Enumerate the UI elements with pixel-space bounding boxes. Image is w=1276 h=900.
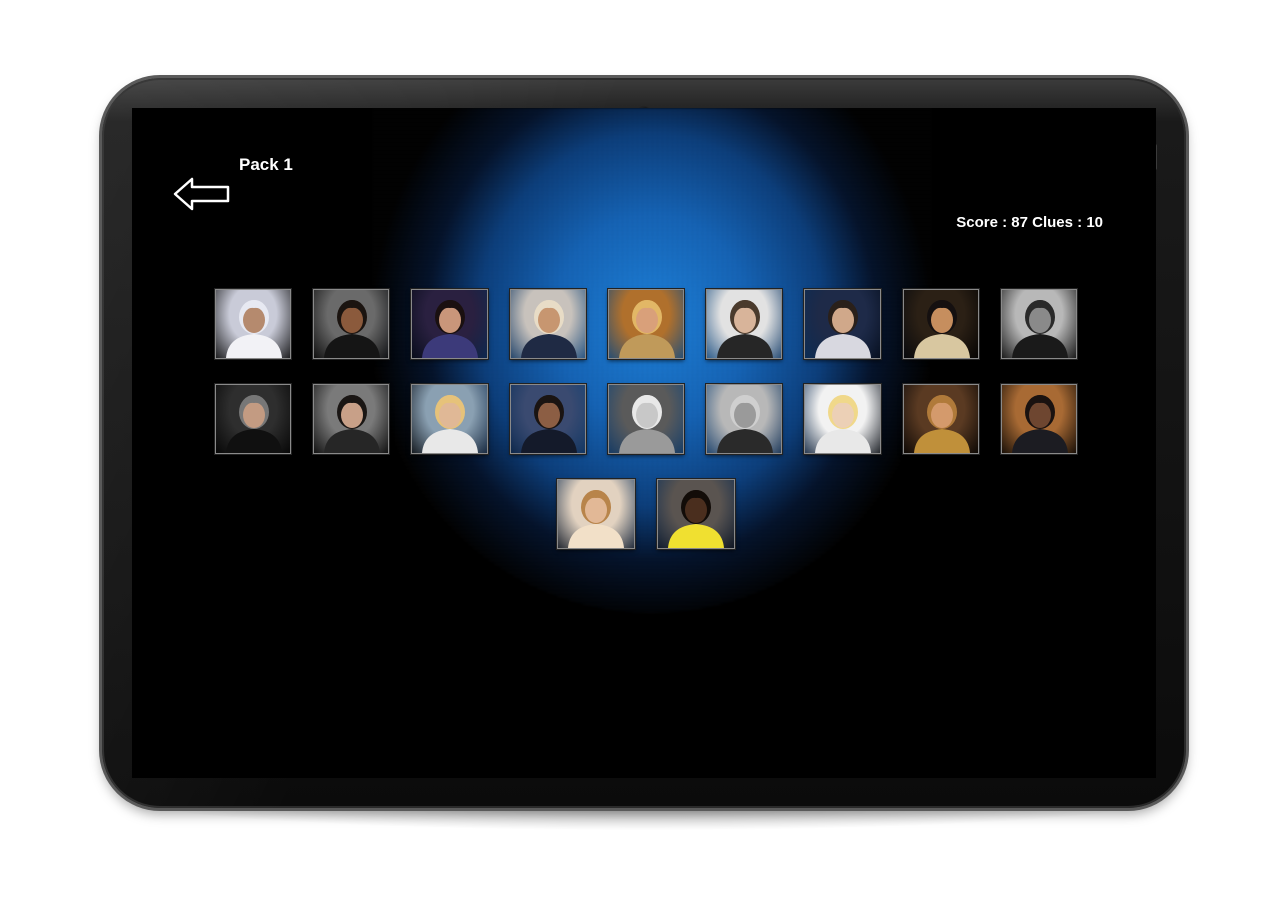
celebrity-tile[interactable]: [1000, 384, 1077, 454]
celebrity-tile[interactable]: [902, 289, 979, 359]
clues-value: 10: [1086, 214, 1103, 231]
pack-title: Pack 1: [239, 155, 293, 174]
stage: Pack 1 Score : 87 Clues : 10: [0, 0, 1276, 900]
clues-label: Clues :: [1027, 214, 1087, 231]
portrait-figure: [913, 395, 970, 453]
celebrity-tile[interactable]: [313, 289, 390, 359]
celebrity-tile[interactable]: [902, 384, 979, 454]
portrait-figure: [618, 300, 675, 358]
portrait-figure: [422, 300, 479, 358]
portrait-figure: [226, 395, 283, 453]
portrait-figure: [1011, 300, 1068, 358]
portrait-figure: [324, 395, 381, 453]
celebrity-tile[interactable]: [557, 479, 635, 549]
portrait-figure: [815, 395, 872, 453]
portrait-figure: [717, 300, 774, 358]
celebrity-tile[interactable]: [804, 289, 881, 359]
score-label: Score :: [956, 214, 1012, 231]
back-arrow-icon: [173, 177, 230, 211]
celebrity-tile[interactable]: [509, 289, 586, 359]
celebrity-tile[interactable]: [313, 384, 390, 454]
celebrity-tile[interactable]: [657, 479, 735, 549]
app-screen: Pack 1 Score : 87 Clues : 10: [132, 108, 1156, 778]
celebrity-tile[interactable]: [1000, 289, 1077, 359]
celebrity-tile[interactable]: [215, 289, 292, 359]
celebrity-tile[interactable]: [509, 384, 586, 454]
celebrity-grid: [215, 289, 1077, 574]
tablet-frame: Pack 1 Score : 87 Clues : 10: [102, 78, 1186, 808]
portrait-figure: [815, 300, 872, 358]
portrait-figure: [618, 395, 675, 453]
tile-row: [215, 479, 1077, 549]
celebrity-tile[interactable]: [706, 289, 783, 359]
tile-row: [215, 289, 1077, 359]
portrait-figure: [913, 300, 970, 358]
celebrity-tile[interactable]: [804, 384, 881, 454]
celebrity-tile[interactable]: [411, 384, 488, 454]
celebrity-tile[interactable]: [706, 384, 783, 454]
score-value: 87: [1011, 214, 1028, 231]
celebrity-tile[interactable]: [607, 384, 685, 454]
portrait-figure: [324, 300, 381, 358]
portrait-figure: [422, 395, 479, 453]
score-clues-display: Score : 87 Clues : 10: [956, 214, 1103, 231]
portrait-figure: [668, 490, 724, 548]
portrait-figure: [520, 300, 577, 358]
portrait-figure: [226, 300, 283, 358]
portrait-figure: [1011, 395, 1068, 453]
portrait-figure: [520, 395, 577, 453]
portrait-figure: [717, 395, 774, 453]
back-button[interactable]: [172, 174, 232, 214]
portrait-figure: [568, 490, 624, 548]
tile-row: [215, 384, 1077, 454]
celebrity-tile[interactable]: [215, 384, 292, 454]
celebrity-tile[interactable]: [607, 289, 685, 359]
celebrity-tile[interactable]: [411, 289, 488, 359]
